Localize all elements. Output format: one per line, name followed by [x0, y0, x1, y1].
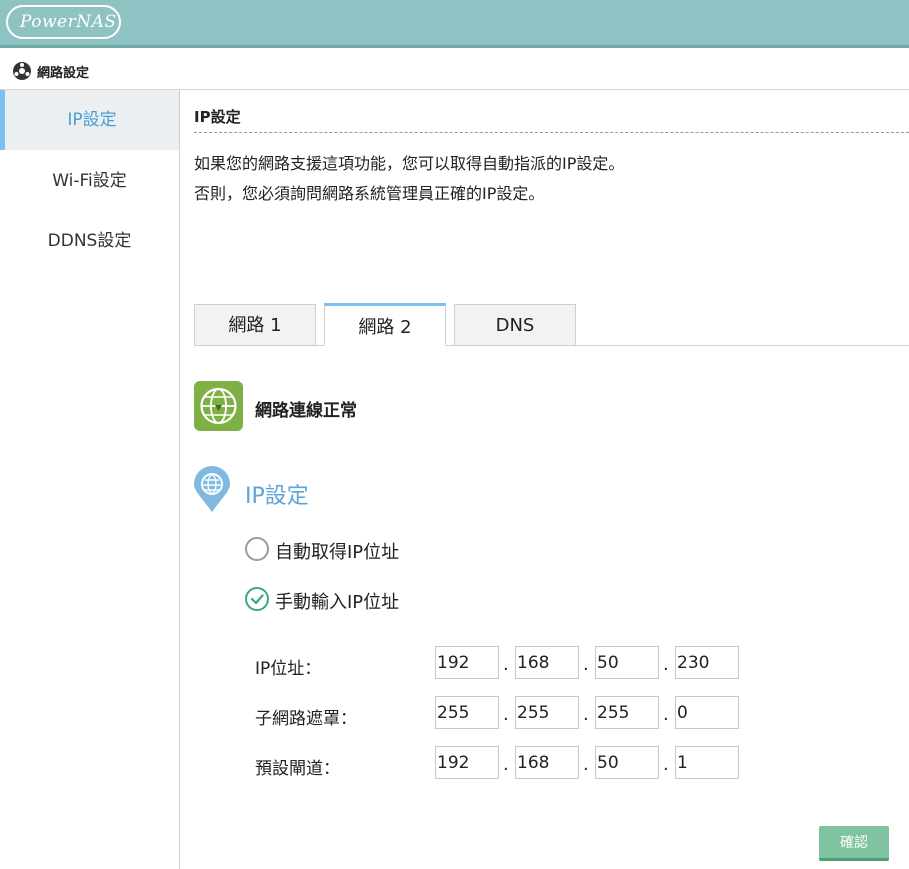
sidebar-item-wifi-settings[interactable]: Wi-Fi設定 [0, 151, 179, 211]
auto-ip-label[interactable]: 自動取得IP位址 [275, 538, 399, 564]
default-gateway-label: 預設閘道： [255, 759, 340, 779]
separator-dot: . [663, 704, 669, 725]
sidebar: IP設定 Wi-Fi設定 DDNS設定 [0, 90, 180, 869]
ip-octet-2[interactable] [515, 646, 579, 679]
gateway-octet-4[interactable] [675, 746, 739, 779]
window-title: 網路設定 [37, 66, 90, 81]
separator-dot: . [663, 754, 669, 775]
separator-dot: . [663, 654, 669, 675]
manual-ip-label[interactable]: 手動輸入IP位址 [275, 588, 399, 614]
auto-ip-radio[interactable] [245, 537, 269, 561]
ip-address-label: IP位址： [255, 659, 322, 679]
separator-dot: . [583, 754, 589, 775]
sidebar-item-ddns-settings[interactable]: DDNS設定 [0, 211, 179, 271]
separator-dot: . [583, 704, 589, 725]
ip-section-heading: IP設定 [245, 484, 309, 509]
window-title-bar: 網路設定 [0, 51, 909, 90]
location-pin-icon [194, 466, 230, 512]
ip-octet-4[interactable] [675, 646, 739, 679]
tab-dns[interactable]: DNS [454, 304, 576, 346]
network-icon [13, 62, 31, 80]
gateway-octet-1[interactable] [435, 746, 499, 779]
title-divider [194, 132, 909, 133]
top-bar: PowerNAS [0, 0, 909, 48]
subnet-octet-2[interactable] [515, 696, 579, 729]
description-line-2: 否則，您必須詢問網路系統管理員正確的IP設定。 [194, 184, 545, 203]
subnet-octet-4[interactable] [675, 696, 739, 729]
separator-dot: . [583, 654, 589, 675]
separator-dot: . [503, 654, 509, 675]
manual-ip-radio[interactable] [245, 587, 269, 611]
gateway-octet-3[interactable] [595, 746, 659, 779]
globe-icon [194, 381, 243, 431]
sidebar-item-ip-settings[interactable]: IP設定 [0, 90, 179, 150]
tab-network-2[interactable]: 網路 2 [324, 303, 446, 346]
ip-octet-3[interactable] [595, 646, 659, 679]
subnet-mask-label: 子網路遮罩： [255, 709, 357, 729]
gateway-octet-2[interactable] [515, 746, 579, 779]
tab-network-1[interactable]: 網路 1 [194, 304, 316, 346]
network-status-text: 網路連線正常 [255, 401, 357, 421]
check-icon [250, 594, 264, 605]
confirm-button[interactable]: 確認 [819, 826, 889, 861]
description-line-1: 如果您的網路支援這項功能，您可以取得自動指派的IP設定。 [194, 154, 625, 173]
powernas-logo[interactable]: PowerNAS [6, 5, 121, 39]
subnet-octet-3[interactable] [595, 696, 659, 729]
page-title: IP設定 [194, 108, 241, 126]
ip-octet-1[interactable] [435, 646, 499, 679]
separator-dot: . [503, 704, 509, 725]
subnet-octet-1[interactable] [435, 696, 499, 729]
separator-dot: . [503, 754, 509, 775]
